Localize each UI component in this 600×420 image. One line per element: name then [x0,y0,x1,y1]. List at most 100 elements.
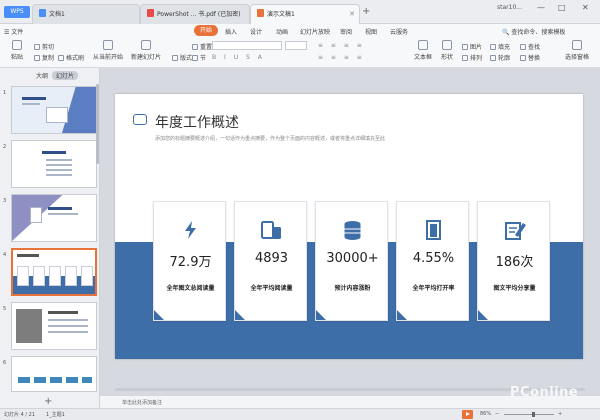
stat-label: 全年平均阅读量 [250,285,293,292]
font-size-select[interactable] [285,41,307,50]
slide-editing-canvas[interactable]: 年度工作概述 添加您的标题摘要概述介绍，一句话作为重点摘要，作为整个页面的内容概… [100,68,600,395]
fill-icon [490,44,496,50]
replace-icon [520,55,526,61]
font-family-select[interactable] [212,41,282,50]
command-search[interactable]: 🔍 查找命令、搜索模板 [502,27,565,36]
edit-icon [505,222,526,240]
shape-button[interactable]: 形状 [436,40,458,61]
menu-cloud[interactable]: 云服务 [390,27,408,36]
paste-button[interactable]: 粘贴 [6,40,28,61]
selection-pane-button[interactable]: 选择窗格 [560,40,594,61]
tab-presentation[interactable]: 演示文稿1 ✕ [250,4,360,24]
stat-card[interactable]: 186次 图文平均分享量 [477,201,550,321]
slide-number: 5 [3,306,7,312]
copy-label: 复制 [42,55,55,62]
paragraph-buttons[interactable]: ≡ ≡ ≡ ≡ [318,42,365,49]
zoom-slider[interactable] [504,414,554,415]
slide-position: 幻灯片 4 / 21 [4,412,35,418]
stat-value: 186次 [495,255,534,270]
thumbnail-scrollbar[interactable] [96,84,99,164]
slide-number: 1 [3,90,7,96]
menu-slideshow[interactable]: 幻灯片放映 [300,27,330,36]
slide-thumbnail-2[interactable] [11,140,97,188]
menu-file[interactable]: ☰ 文件 [4,27,23,36]
section-button[interactable]: 节 [192,53,206,62]
slide-thumbnail-5[interactable] [11,302,97,350]
slide-subtitle[interactable]: 添加您的标题摘要概述介绍，一句话作为重点摘要，作为整个页面的内容概述，或者将重点… [155,135,385,142]
slide-title[interactable]: 年度工作概述 [155,112,239,132]
section-label: 节 [200,55,207,62]
new-slide-button[interactable]: 新建幻灯片 [130,40,162,61]
close-tab-icon[interactable]: ✕ [349,5,355,24]
arrange-button[interactable]: 排列 [462,53,482,62]
shape-label: 形状 [440,54,453,61]
lightning-icon [185,221,196,239]
tab-pdf[interactable]: PowerShot ... 书.pdf (已加密) [140,4,250,24]
new-tab-button[interactable]: + [362,6,370,17]
zoom-level[interactable]: 86% [480,411,491,417]
fill-button[interactable]: 填充 [490,42,510,51]
presentation-icon [257,9,264,17]
menu-start[interactable]: 开始 [194,25,219,36]
slide-number: 3 [3,198,7,204]
menu-insert[interactable]: 插入 [225,27,237,36]
stat-card[interactable]: 72.9万 全年图文总阅读量 [153,201,226,321]
play-from-current-button[interactable]: 从当前开始 [92,40,124,61]
tab-label: 文档1 [49,11,65,18]
menu-design[interactable]: 设计 [250,27,262,36]
paste-label: 粘贴 [10,54,23,61]
zoom-out-button[interactable]: − [495,411,499,417]
user-name[interactable]: star10... [497,4,522,11]
cut-button[interactable]: 剪切 [34,42,54,51]
arrange-label: 排列 [470,55,483,62]
stat-card[interactable]: 30000+ 预计内容涨粉 [315,201,388,321]
card-corner-accent [478,310,488,320]
wps-logo-button[interactable]: WPS [4,6,30,18]
copy-button[interactable]: 复制 [34,53,54,62]
stat-label: 全年图文总阅读量 [166,285,215,292]
minimize-button[interactable]: — [537,3,545,12]
slide-thumbnail-1[interactable] [11,86,97,134]
slide-thumbnail-6[interactable] [11,356,97,392]
new-slide-icon [141,40,151,50]
menu-view[interactable]: 视图 [365,27,377,36]
menu-animation[interactable]: 动画 [276,27,288,36]
close-window-button[interactable]: ✕ [582,3,589,12]
tag-icon [133,114,147,125]
card-corner-accent [397,310,407,320]
align-buttons[interactable]: ≡ ≡ ≡ ≡ [318,54,365,61]
slide-thumbnail-4[interactable] [11,248,97,296]
current-slide[interactable]: 年度工作概述 添加您的标题摘要概述介绍，一句话作为重点摘要，作为整个页面的内容概… [115,94,583,359]
notes-placeholder[interactable]: 单击此处添加备注 [122,399,162,406]
tab-document[interactable]: 文档1 [32,4,140,24]
ribbon-toolbar: 粘贴 剪切 复制 格式刷 从当前开始 新建幻灯片 版式 重置 节 B I U S… [0,38,600,68]
menu-review[interactable]: 审阅 [340,27,352,36]
section-icon [192,55,198,61]
tab-outline[interactable]: 大纲 [36,71,48,80]
format-painter-button[interactable]: 格式刷 [58,53,84,62]
reset-button[interactable]: 重置 [192,42,212,51]
play-slideshow-button[interactable] [462,410,473,419]
stat-label: 全年平均打开率 [412,285,455,292]
replace-button[interactable]: 替换 [520,53,540,62]
stat-card[interactable]: 4.55% 全年平均打开率 [396,201,469,321]
slide-number: 6 [3,360,7,366]
stat-label: 图文平均分享量 [493,285,536,292]
outline-button[interactable]: 轮廓 [490,53,510,62]
tab-slides[interactable]: 幻灯片 [52,71,79,80]
layout-button[interactable]: 版式 [172,53,192,62]
play-icon [103,40,113,50]
zoom-in-button[interactable]: + [558,411,562,417]
textbox-button[interactable]: 文本框 [412,40,434,61]
layout-label: 版式 [180,55,193,62]
zoom-slider-handle[interactable] [532,412,535,417]
maximize-button[interactable]: □ [558,3,566,12]
add-slide-button[interactable]: + [44,396,52,407]
text-format-buttons[interactable]: B I U S A [212,54,265,61]
slide-thumbnail-3[interactable] [11,194,97,242]
find-button[interactable]: 查找 [520,42,540,51]
stat-card[interactable]: 4893 全年平均阅读量 [234,201,307,321]
picture-button[interactable]: 图片 [462,42,482,51]
scissors-icon [34,44,40,50]
layout-icon [172,55,178,61]
